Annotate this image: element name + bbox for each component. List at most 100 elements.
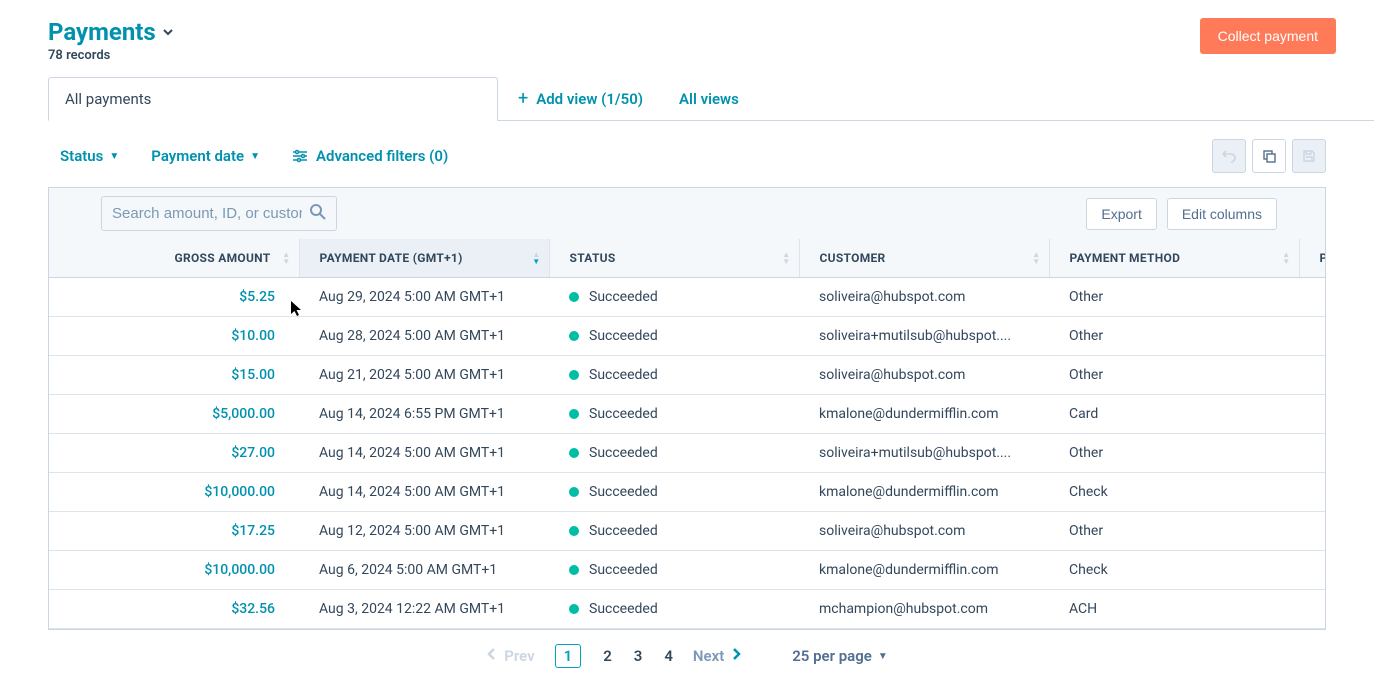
search-icon [309, 203, 327, 225]
status-cell: Succeeded [549, 317, 799, 356]
table-row[interactable]: $10,000.00Aug 6, 2024 5:00 AM GMT+1Succe… [49, 551, 1326, 590]
date-cell: Aug 14, 2024 6:55 PM GMT+1 [299, 395, 549, 434]
edit-columns-button[interactable]: Edit columns [1167, 198, 1277, 230]
method-cell: Other [1049, 317, 1299, 356]
settings-icon [292, 149, 308, 163]
status-cell: Succeeded [549, 551, 799, 590]
date-cell: Aug 21, 2024 5:00 AM GMT+1 [299, 356, 549, 395]
customer-cell: kmalone@dundermifflin.com [799, 473, 1049, 512]
date-cell: Aug 28, 2024 5:00 AM GMT+1 [299, 317, 549, 356]
add-view-button[interactable]: + Add view (1/50) [498, 88, 663, 109]
per-page-label: 25 per page [792, 647, 872, 665]
column-payment-method[interactable]: PAYMENT METHOD ▲▼ [1049, 239, 1299, 278]
status-dot-icon [569, 448, 579, 458]
table-row[interactable]: $17.25Aug 12, 2024 5:00 AM GMT+1Succeede… [49, 512, 1326, 551]
amount-cell[interactable]: $10.00 [49, 317, 299, 356]
copy-button[interactable] [1252, 139, 1286, 173]
extra-cell [1299, 473, 1326, 512]
extra-cell [1299, 551, 1326, 590]
table-row[interactable]: $32.56Aug 3, 2024 12:22 AM GMT+1Succeede… [49, 590, 1326, 629]
amount-cell[interactable]: $17.25 [49, 512, 299, 551]
method-cell: Check [1049, 473, 1299, 512]
extra-cell [1299, 512, 1326, 551]
undo-button [1212, 139, 1246, 173]
advanced-filters-button[interactable]: Advanced filters (0) [292, 147, 448, 165]
customer-cell: soliveira+mutilsub@hubspot.... [799, 434, 1049, 473]
extra-cell [1299, 278, 1326, 317]
filter-date-label: Payment date [151, 147, 244, 165]
customer-cell: soliveira+mutilsub@hubspot.... [799, 317, 1049, 356]
table-row[interactable]: $15.00Aug 21, 2024 5:00 AM GMT+1Succeede… [49, 356, 1326, 395]
method-cell: Check [1049, 551, 1299, 590]
page-number-2[interactable]: 2 [603, 647, 612, 665]
method-cell: Other [1049, 434, 1299, 473]
status-cell: Succeeded [549, 278, 799, 317]
column-label: PAYMENT METHOD [1070, 251, 1181, 265]
per-page-dropdown[interactable]: 25 per page ▼ [792, 647, 888, 665]
date-cell: Aug 14, 2024 5:00 AM GMT+1 [299, 473, 549, 512]
customer-cell: soliveira@hubspot.com [799, 278, 1049, 317]
export-button[interactable]: Export [1086, 198, 1156, 230]
amount-cell[interactable]: $32.56 [49, 590, 299, 629]
sort-icon: ▲▼ [532, 251, 540, 265]
status-dot-icon [569, 331, 579, 341]
amount-cell[interactable]: $15.00 [49, 356, 299, 395]
table-row[interactable]: $10.00Aug 28, 2024 5:00 AM GMT+1Succeede… [49, 317, 1326, 356]
column-gross-amount[interactable]: GROSS AMOUNT ▲▼ [49, 239, 299, 278]
date-cell: Aug 3, 2024 12:22 AM GMT+1 [299, 590, 549, 629]
table-row[interactable]: $10,000.00Aug 14, 2024 5:00 AM GMT+1Succ… [49, 473, 1326, 512]
column-payment-date[interactable]: PAYMENT DATE (GMT+1) ▲▼ [299, 239, 549, 278]
amount-cell[interactable]: $27.00 [49, 434, 299, 473]
status-dot-icon [569, 292, 579, 302]
amount-cell[interactable]: $5.25 [49, 278, 299, 317]
page-number-1[interactable]: 1 [555, 644, 582, 668]
next-page-button[interactable]: Next [693, 647, 742, 665]
date-cell: Aug 6, 2024 5:00 AM GMT+1 [299, 551, 549, 590]
method-cell: Other [1049, 356, 1299, 395]
next-label: Next [693, 647, 724, 665]
status-dot-icon [569, 370, 579, 380]
status-cell: Succeeded [549, 473, 799, 512]
all-views-link[interactable]: All views [663, 90, 755, 108]
filter-status-label: Status [60, 147, 103, 165]
column-label: P [1320, 251, 1327, 265]
search-input[interactable] [101, 196, 337, 231]
tab-all-payments[interactable]: All payments [48, 77, 498, 121]
amount-cell[interactable]: $5,000.00 [49, 395, 299, 434]
column-customer[interactable]: CUSTOMER ▲▼ [799, 239, 1049, 278]
customer-cell: soliveira@hubspot.com [799, 512, 1049, 551]
extra-cell [1299, 434, 1326, 473]
status-dot-icon [569, 526, 579, 536]
add-view-label: Add view (1/50) [536, 90, 643, 108]
status-cell: Succeeded [549, 434, 799, 473]
page-number-4[interactable]: 4 [664, 647, 673, 665]
filter-status[interactable]: Status ▼ [60, 147, 119, 165]
table-row[interactable]: $5,000.00Aug 14, 2024 6:55 PM GMT+1Succe… [49, 395, 1326, 434]
status-dot-icon [569, 604, 579, 614]
amount-cell[interactable]: $10,000.00 [49, 551, 299, 590]
extra-cell [1299, 395, 1326, 434]
sort-icon: ▲▼ [1282, 251, 1290, 265]
column-label: PAYMENT DATE (GMT+1) [320, 251, 463, 265]
column-status[interactable]: STATUS ▲▼ [549, 239, 799, 278]
filter-payment-date[interactable]: Payment date ▼ [151, 147, 260, 165]
date-cell: Aug 29, 2024 5:00 AM GMT+1 [299, 278, 549, 317]
table-row[interactable]: $5.25Aug 29, 2024 5:00 AM GMT+1Succeeded… [49, 278, 1326, 317]
customer-cell: mchampion@hubspot.com [799, 590, 1049, 629]
collect-payment-button[interactable]: Collect payment [1200, 18, 1336, 54]
status-dot-icon [569, 409, 579, 419]
prev-label: Prev [504, 647, 534, 665]
column-label: STATUS [570, 251, 616, 265]
column-extra[interactable]: P [1299, 239, 1326, 278]
plus-icon: + [518, 88, 528, 109]
amount-cell[interactable]: $10,000.00 [49, 473, 299, 512]
status-dot-icon [569, 487, 579, 497]
page-title: Payments [48, 18, 156, 46]
prev-page-button: Prev [486, 647, 534, 665]
table-row[interactable]: $27.00Aug 14, 2024 5:00 AM GMT+1Succeede… [49, 434, 1326, 473]
method-cell: Other [1049, 512, 1299, 551]
page-number-3[interactable]: 3 [634, 647, 643, 665]
date-cell: Aug 12, 2024 5:00 AM GMT+1 [299, 512, 549, 551]
method-cell: Card [1049, 395, 1299, 434]
page-title-dropdown[interactable]: Payments [48, 18, 174, 46]
